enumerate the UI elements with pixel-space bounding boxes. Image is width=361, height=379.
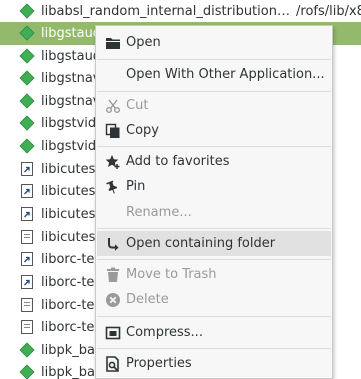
link-file-icon <box>19 251 35 267</box>
file-name: libgstaud <box>41 49 102 64</box>
menu-item-open[interactable]: Open <box>97 30 331 55</box>
file-icon <box>19 229 35 245</box>
menu-item-open-containing-folder[interactable]: Open containing folder <box>97 231 331 256</box>
menu-label-pin: Pin <box>126 179 146 194</box>
menu-label-open-with: Open With Other Application... <box>126 67 325 82</box>
trash-icon <box>105 267 121 283</box>
diamond-icon <box>19 342 35 358</box>
document-search-icon <box>105 356 121 372</box>
diamond-icon <box>19 70 35 86</box>
file-icon <box>19 319 35 335</box>
menu-label-delete: Delete <box>126 292 169 307</box>
diamond-icon <box>19 364 35 379</box>
file-name: libgstaud <box>41 26 102 41</box>
menu-item-move-to-trash[interactable]: Move to Trash <box>97 262 331 287</box>
scissors-icon <box>105 98 121 114</box>
menu-label-move-to-trash: Move to Trash <box>126 267 217 282</box>
file-name: libabsl_random_internal_distribution… <box>41 4 290 19</box>
file-row[interactable]: libabsl_random_internal_distribution… /ro… <box>0 0 361 23</box>
diamond-icon <box>19 3 35 19</box>
copy-icon <box>105 123 121 139</box>
menu-label-rename: Rename... <box>126 205 192 220</box>
diamond-icon <box>19 115 35 131</box>
star-add-icon <box>105 154 121 170</box>
menu-label-cut: Cut <box>126 98 149 113</box>
menu-separator <box>97 59 331 60</box>
diamond-icon <box>19 25 35 41</box>
delete-circle-icon <box>105 292 121 308</box>
file-icon <box>19 297 35 313</box>
menu-item-pin[interactable]: Pin <box>97 174 331 199</box>
menu-label-open-containing-folder: Open containing folder <box>126 236 276 251</box>
file-name: libpk_bac <box>41 343 103 358</box>
menu-item-delete[interactable]: Delete <box>97 287 331 312</box>
link-file-icon <box>19 161 35 177</box>
menu-separator <box>97 228 331 229</box>
menu-label-add-favorites: Add to favorites <box>126 154 230 169</box>
menu-separator <box>97 316 331 317</box>
menu-label-properties: Properties <box>126 356 192 371</box>
turn-arrow-icon <box>105 236 121 252</box>
diamond-icon <box>19 138 35 154</box>
menu-separator <box>97 91 331 92</box>
pin-icon <box>105 179 121 195</box>
file-path: /rofs/lib/x8 <box>296 4 361 19</box>
link-file-icon <box>19 274 35 290</box>
menu-item-add-favorites[interactable]: Add to favorites <box>97 149 331 174</box>
diamond-icon <box>19 93 35 109</box>
menu-separator <box>97 348 331 349</box>
menu-item-copy[interactable]: Copy <box>97 118 331 143</box>
menu-separator <box>97 146 331 147</box>
link-file-icon <box>19 206 35 222</box>
context-menu: Open Open With Other Application... Cut … <box>95 25 333 379</box>
menu-item-properties[interactable]: Properties <box>97 351 331 376</box>
menu-label-open: Open <box>126 35 161 50</box>
menu-label-copy: Copy <box>126 123 159 138</box>
menu-item-cut[interactable]: Cut <box>97 93 331 118</box>
archive-icon <box>105 325 121 341</box>
file-name: libpk_bac <box>41 365 103 379</box>
menu-separator <box>97 259 331 260</box>
diamond-icon <box>19 48 35 64</box>
menu-item-open-with[interactable]: Open With Other Application... <box>97 62 331 87</box>
menu-item-rename[interactable]: Rename... <box>97 200 331 225</box>
menu-label-compress: Compress... <box>126 325 203 340</box>
menu-item-compress[interactable]: Compress... <box>97 320 331 345</box>
link-file-icon <box>19 183 35 199</box>
folder-icon <box>105 35 121 51</box>
